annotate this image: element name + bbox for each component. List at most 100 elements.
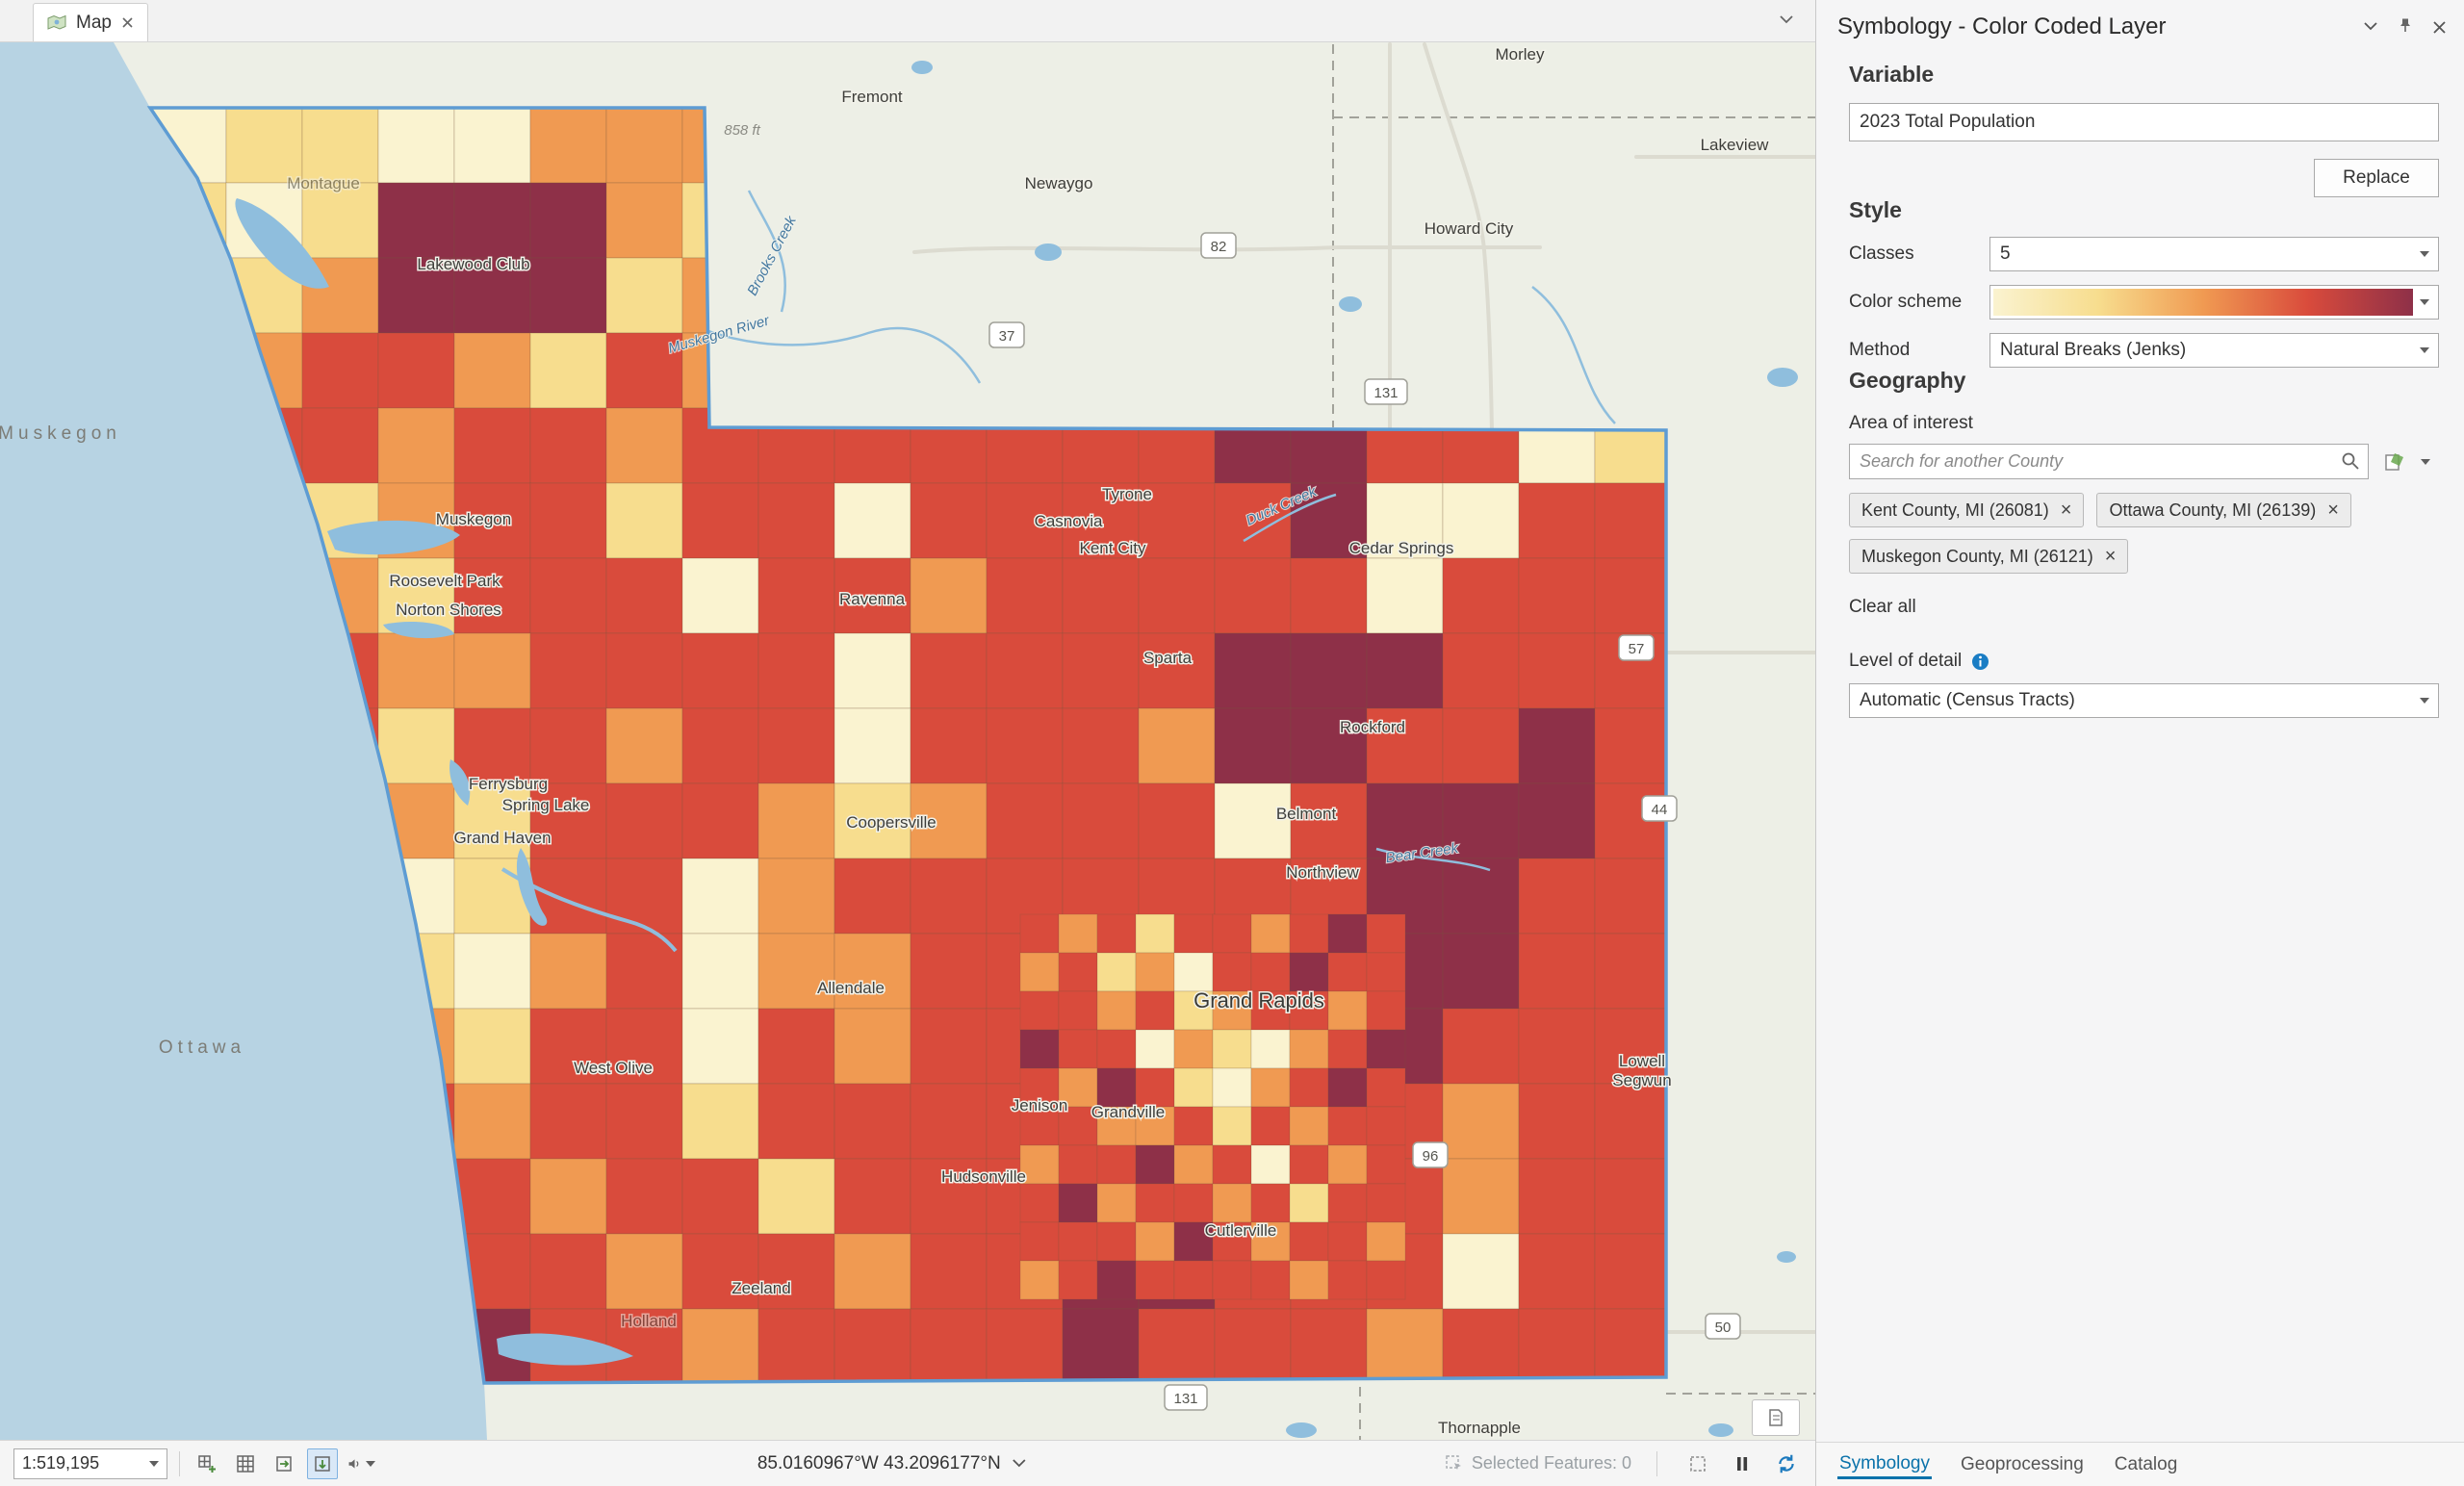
- level-of-detail-label: Level of detail: [1849, 651, 1962, 672]
- sync-extent-icon[interactable]: [269, 1448, 299, 1479]
- grid-icon[interactable]: [230, 1448, 261, 1479]
- chevron-down-icon: [2420, 698, 2429, 704]
- speaker-icon[interactable]: [346, 1448, 376, 1479]
- style-heading: Style: [1849, 197, 2439, 223]
- color-scheme-label: Color scheme: [1849, 292, 1989, 313]
- svg-text:57: 57: [1629, 641, 1645, 657]
- color-scheme-select[interactable]: [1989, 285, 2439, 320]
- sync-scale-icon[interactable]: [307, 1448, 338, 1479]
- svg-text:44: 44: [1652, 802, 1668, 818]
- color-ramp-swatch: [1993, 289, 2413, 316]
- svg-text:Zeeland: Zeeland: [732, 1279, 790, 1297]
- panel-tab-bar: Symbology Geoprocessing Catalog: [1816, 1442, 2464, 1486]
- chevron-down-icon: [366, 1461, 375, 1467]
- tab-catalog[interactable]: Catalog: [2113, 1450, 2180, 1479]
- svg-text:Lakeview: Lakeview: [1701, 136, 1770, 154]
- svg-text:Cedar Springs: Cedar Springs: [1349, 539, 1454, 557]
- tab-symbology[interactable]: Symbology: [1837, 1449, 1932, 1479]
- svg-text:Segwun: Segwun: [1612, 1071, 1671, 1089]
- separator: [1656, 1451, 1657, 1476]
- tab-map-label: Map: [76, 13, 112, 34]
- replace-button[interactable]: Replace: [2314, 159, 2439, 197]
- svg-text:Lakewood Club: Lakewood Club: [417, 255, 529, 273]
- svg-text:Spring Lake: Spring Lake: [502, 796, 590, 814]
- chevron-down-icon: [1013, 1459, 1026, 1468]
- chevron-down-icon: [2420, 347, 2429, 353]
- document-icon: [1765, 1407, 1786, 1428]
- separator: [179, 1451, 180, 1476]
- svg-text:Thornapple: Thornapple: [1438, 1419, 1521, 1437]
- classes-select[interactable]: 5: [1989, 237, 2439, 271]
- svg-text:858 ft: 858 ft: [724, 122, 760, 139]
- svg-text:Holland: Holland: [621, 1312, 677, 1330]
- method-select[interactable]: Natural Breaks (Jenks): [1989, 333, 2439, 368]
- county-search-input[interactable]: [1849, 444, 2369, 479]
- level-of-detail-select[interactable]: Automatic (Census Tracts): [1849, 683, 2439, 718]
- svg-text:Ferrysburg: Ferrysburg: [469, 775, 548, 793]
- variable-field[interactable]: [1849, 103, 2439, 141]
- svg-text:Lowell: Lowell: [1619, 1052, 1665, 1070]
- svg-text:Cutlerville: Cutlerville: [1205, 1221, 1277, 1240]
- search-icon: [2340, 450, 2361, 476]
- chip-remove-icon[interactable]: ×: [2105, 547, 2117, 566]
- application-window: Map: [0, 0, 2464, 1486]
- pin-icon[interactable]: [2398, 17, 2413, 38]
- coordinates-value: 85.0160967°W 43.2096177°N: [757, 1453, 1001, 1474]
- panel-close-icon[interactable]: [2432, 20, 2447, 35]
- tab-strip-chevron-icon[interactable]: [1779, 12, 1794, 29]
- chip-remove-icon[interactable]: ×: [2327, 500, 2339, 520]
- chevron-down-icon: [149, 1461, 159, 1467]
- svg-text:Grand Rapids: Grand Rapids: [1194, 988, 1324, 1012]
- clear-all-link[interactable]: Clear all: [1849, 597, 2439, 618]
- panel-collapse-chevron-icon[interactable]: [2363, 18, 2378, 36]
- svg-text:Ottawa: Ottawa: [159, 1038, 245, 1058]
- svg-text:Hudsonville: Hudsonville: [941, 1167, 1026, 1186]
- aoi-chip-ottawa[interactable]: Ottawa County, MI (26139) ×: [2096, 493, 2350, 527]
- svg-text:Fremont: Fremont: [841, 88, 903, 106]
- map-notes-button[interactable]: [1752, 1399, 1800, 1436]
- aoi-chip-kent[interactable]: Kent County, MI (26081) ×: [1849, 493, 2084, 527]
- svg-text:Muskegon: Muskegon: [0, 423, 121, 444]
- svg-text:131: 131: [1173, 1391, 1197, 1407]
- selected-features-label: Selected Features: 0: [1472, 1453, 1631, 1473]
- chevron-down-icon[interactable]: [2421, 459, 2430, 465]
- map-canvas[interactable]: 823713157449650131 MorleyFremont858 ftNe…: [0, 42, 1815, 1440]
- svg-text:Grand Haven: Grand Haven: [453, 829, 551, 847]
- svg-text:West Olive: West Olive: [574, 1059, 653, 1077]
- select-area-on-map-icon[interactable]: [2380, 448, 2409, 476]
- svg-text:Ravenna: Ravenna: [839, 590, 906, 608]
- info-icon[interactable]: [1971, 653, 1989, 671]
- panel-title: Symbology - Color Coded Layer: [1837, 13, 2363, 40]
- map-view: Map: [0, 0, 1815, 1486]
- scale-select[interactable]: 1:519,195: [13, 1448, 167, 1479]
- tab-close-icon[interactable]: [121, 16, 134, 29]
- svg-text:Northview: Northview: [1286, 863, 1359, 882]
- svg-text:131: 131: [1373, 385, 1398, 401]
- map-statusbar: 1:519,195: [0, 1440, 1815, 1486]
- refresh-icon[interactable]: [1771, 1448, 1802, 1479]
- classes-label: Classes: [1849, 243, 1989, 265]
- aoi-chip-list: Kent County, MI (26081) × Ottawa County,…: [1849, 493, 2439, 574]
- view-tab-bar: Map: [0, 0, 1815, 42]
- level-of-detail-value: Automatic (Census Tracts): [1860, 690, 2075, 711]
- grid-plus-icon[interactable]: [192, 1448, 222, 1479]
- aoi-chip-muskegon[interactable]: Muskegon County, MI (26121) ×: [1849, 539, 2128, 574]
- chip-label: Muskegon County, MI (26121): [1861, 547, 2093, 567]
- svg-text:Grandville: Grandville: [1091, 1103, 1166, 1121]
- svg-text:Belmont: Belmont: [1276, 805, 1337, 823]
- dashed-box-icon[interactable]: [1682, 1448, 1713, 1479]
- tab-geoprocessing[interactable]: Geoprocessing: [1959, 1450, 2086, 1479]
- chip-remove-icon[interactable]: ×: [2061, 500, 2072, 520]
- svg-text:Jenison: Jenison: [1012, 1096, 1068, 1114]
- selected-features-status: Selected Features: 0: [1445, 1453, 1631, 1473]
- svg-text:Rockford: Rockford: [1340, 718, 1405, 736]
- map-icon: [47, 14, 66, 32]
- coordinate-readout[interactable]: 85.0160967°W 43.2096177°N: [757, 1453, 1026, 1474]
- pause-drawing-icon[interactable]: [1727, 1448, 1758, 1479]
- svg-text:Howard City: Howard City: [1424, 219, 1514, 238]
- svg-text:96: 96: [1423, 1148, 1439, 1165]
- svg-text:Montague: Montague: [287, 174, 360, 192]
- symbology-panel: Symbology - Color Coded Layer Variable R…: [1815, 0, 2464, 1486]
- tab-map[interactable]: Map: [33, 3, 148, 41]
- chip-label: Kent County, MI (26081): [1861, 500, 2049, 521]
